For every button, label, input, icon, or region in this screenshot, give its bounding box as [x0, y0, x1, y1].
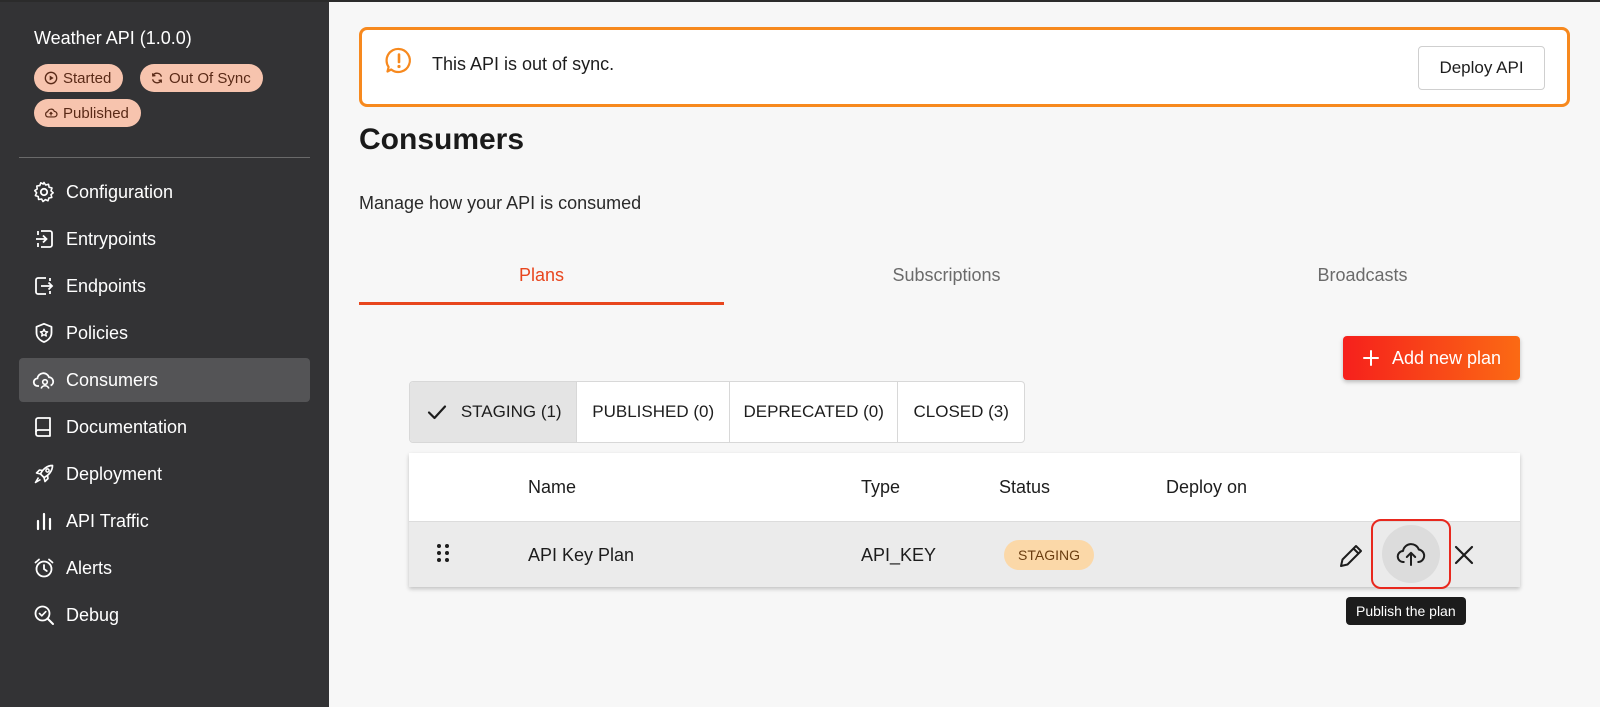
badge-label: Published: [63, 104, 129, 122]
api-title: Weather API (1.0.0): [34, 28, 192, 48]
status-badge-published: Published: [34, 99, 141, 127]
column-header-status: Status: [999, 477, 1051, 497]
column-header-type: Type: [861, 477, 901, 497]
sidebar-item-documentation[interactable]: Documentation: [19, 405, 310, 449]
alert-chat-icon: [385, 47, 411, 74]
sidebar-item-label: Policies: [66, 322, 129, 343]
filter-label: DEPRECATED (0): [743, 402, 884, 421]
check-icon: [427, 405, 446, 420]
gear-icon: [34, 181, 54, 203]
sidebar-item-label: Configuration: [66, 181, 174, 202]
sidebar-item-configuration[interactable]: Configuration: [19, 170, 310, 214]
endpoint-icon: [35, 277, 54, 295]
status-badge: STAGING: [1004, 540, 1094, 570]
status-badge-out-of-sync: Out Of Sync: [140, 64, 263, 92]
filter-deprecated[interactable]: DEPRECATED (0): [730, 382, 899, 442]
sidebar-item-policies[interactable]: Policies: [19, 311, 310, 355]
bar-chart-icon: [36, 512, 52, 531]
edit-pencil-icon[interactable]: [1336, 541, 1366, 571]
cloud-upload-icon: [45, 108, 58, 118]
sidebar-item-alerts[interactable]: Alerts: [19, 546, 310, 590]
column-header-name: Name: [528, 477, 577, 497]
cloud-user-icon: [32, 372, 55, 389]
add-new-plan-label: Add new plan: [1391, 347, 1502, 368]
sync-icon: [151, 72, 163, 84]
publish-plan-tooltip: Publish the plan: [1346, 597, 1466, 625]
book-icon: [35, 417, 51, 437]
sidebar-item-api-traffic[interactable]: API Traffic: [19, 499, 310, 543]
sidebar-item-entrypoints[interactable]: Entrypoints: [19, 217, 310, 261]
tab-broadcasts[interactable]: Broadcasts: [1180, 265, 1545, 305]
rocket-icon: [34, 464, 54, 484]
banner-message: This API is out of sync.: [432, 54, 615, 74]
drag-handle-icon[interactable]: [435, 542, 451, 564]
filter-label: CLOSED (3): [913, 402, 1009, 421]
plan-type: API_KEY: [861, 545, 937, 565]
sidebar-item-label: Documentation: [66, 416, 188, 437]
add-new-plan-button[interactable]: Add new plan: [1343, 336, 1520, 380]
plan-status-filter: STAGING (1) PUBLISHED (0) DEPRECATED (0)…: [409, 381, 1025, 443]
table-row: API Key Plan API_KEY STAGING: [409, 519, 1520, 589]
page-subtitle: Manage how your API is consumed: [359, 193, 642, 213]
sidebar-item-deployment[interactable]: Deployment: [19, 452, 310, 496]
tab-plans[interactable]: Plans: [359, 265, 724, 305]
badge-label: Out Of Sync: [169, 69, 251, 87]
tab-subscriptions[interactable]: Subscriptions: [764, 265, 1129, 305]
sidebar-item-label: Entrypoints: [66, 228, 157, 249]
play-circle-icon: [44, 71, 58, 85]
badge-label: Started: [63, 69, 112, 87]
plus-icon: [1362, 350, 1379, 366]
active-tab-indicator: [359, 302, 724, 305]
status-badge-started: Started: [34, 64, 124, 92]
sidebar-divider: [19, 157, 310, 158]
column-header-deploy-on: Deploy on: [1166, 477, 1248, 497]
filter-staging[interactable]: STAGING (1): [410, 382, 578, 442]
sidebar-item-label: Consumers: [66, 369, 159, 390]
sidebar-item-label: API Traffic: [66, 510, 149, 531]
out-of-sync-banner: This API is out of sync. Deploy API: [359, 27, 1570, 107]
close-icon[interactable]: [1452, 543, 1476, 567]
filter-published[interactable]: PUBLISHED (0): [577, 382, 730, 442]
sidebar-item-endpoints[interactable]: Endpoints: [19, 264, 310, 308]
filter-label: STAGING (1): [460, 402, 562, 421]
plans-table: Name Type Status Deploy on API Key Plan …: [409, 453, 1520, 589]
sidebar-item-label: Alerts: [66, 557, 113, 578]
publish-plan-button[interactable]: [1382, 525, 1440, 583]
plan-name: API Key Plan: [528, 545, 635, 565]
entrypoint-icon: [36, 230, 53, 248]
filter-label: PUBLISHED (0): [592, 402, 715, 421]
publish-plan-highlight: [1371, 519, 1451, 589]
sidebar-item-debug[interactable]: Debug: [19, 593, 310, 637]
shield-icon: [35, 322, 53, 343]
sidebar-item-label: Deployment: [66, 463, 163, 484]
sidebar: Weather API (1.0.0) Started Out Of Sync …: [0, 2, 329, 707]
sidebar-item-label: Debug: [66, 604, 120, 625]
search-bug-icon: [34, 605, 54, 625]
sidebar-item-consumers[interactable]: Consumers: [19, 358, 310, 402]
cloud-upload-icon: [1396, 543, 1426, 566]
alarm-icon: [34, 558, 54, 578]
deploy-api-button[interactable]: Deploy API: [1418, 46, 1545, 90]
sidebar-item-label: Endpoints: [66, 275, 147, 296]
page-title: Consumers: [359, 123, 525, 156]
filter-closed[interactable]: CLOSED (3): [898, 382, 1024, 442]
